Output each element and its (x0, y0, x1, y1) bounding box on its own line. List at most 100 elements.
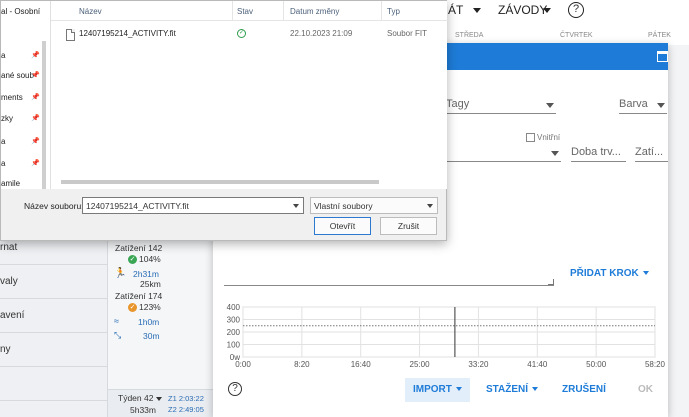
chart-svg: 4003002001000w0:00 8:20 16:40 25:00 33:20 41:… (227, 303, 666, 369)
left-menu-item-label: ny (0, 344, 11, 355)
nav-pane-item[interactable]: ments 📌 (1, 93, 43, 113)
nav-pane-label: a (1, 137, 6, 146)
file-open-dialog: al - Osobní a 📌 ané soub 📌 ments 📌 zky 📌 a 📌 … (0, 0, 448, 241)
file-row[interactable]: 12407195214_ACTIVITY.fit ✓ 22.10.2023 21… (51, 25, 448, 42)
left-menu-item-label: valy (0, 276, 18, 287)
indoor-checkbox[interactable]: Vnitřní (526, 133, 560, 143)
week-summary: Týden 42 5h33m Z1 2:03:22 Z2 2:49:05 (108, 389, 213, 417)
navigation-pane: al - Osobní a 📌 ané soub 📌 ments 📌 zky 📌 a 📌 … (1, 1, 50, 189)
tags-field[interactable]: Tagy (446, 96, 556, 114)
nav-pane-scrollbar[interactable] (42, 41, 46, 189)
nav-pane-label: ané soub (1, 71, 34, 80)
nav-pane-item[interactable]: a 📌 (1, 137, 43, 157)
category-field[interactable] (446, 144, 561, 162)
chevron-down-icon (657, 103, 665, 108)
help-icon[interactable]: ? (568, 2, 584, 18)
nav-races-caret (543, 8, 551, 13)
chevron-down-icon (455, 387, 462, 392)
load-text: Zatížení 142 (115, 243, 163, 253)
color-field[interactable]: Barva (619, 96, 667, 114)
description-textarea[interactable] (224, 285, 554, 286)
duration-text: 30m (143, 331, 160, 341)
column-modified[interactable]: Datum změny (290, 7, 339, 16)
nav-pane-item[interactable]: al - Osobní (1, 7, 43, 27)
y-tick-label: 300 (227, 316, 241, 325)
open-button[interactable]: Otevřít (314, 217, 371, 235)
tags-label: Tagy (446, 98, 470, 110)
nav-pane-item[interactable]: amile (1, 179, 43, 189)
run-icon: 🏃 (114, 268, 127, 279)
ok-label: OK (638, 384, 653, 395)
chevron-down-icon[interactable] (293, 204, 299, 208)
nav-pane-label: a (1, 159, 6, 168)
column-name[interactable]: Název (79, 7, 102, 16)
column-separator[interactable] (232, 1, 233, 21)
pin-icon: 📌 (31, 72, 40, 79)
file-type-filter[interactable]: Vlastní soubory (310, 197, 438, 214)
nav-pane-item[interactable]: a 📌 (1, 159, 43, 179)
left-menu-item[interactable]: avení (0, 300, 108, 333)
right-panel (668, 45, 689, 417)
y-tick-label: 100 (227, 341, 241, 350)
load-percent: ✓ 104% (128, 254, 161, 265)
resize-handle-icon[interactable] (548, 279, 554, 285)
left-menu-item-label: avení (0, 310, 25, 321)
add-step-button[interactable]: PŘIDAT KROK (570, 268, 649, 279)
nav-pane-label: zky (1, 114, 13, 123)
ok-button[interactable]: OK (630, 378, 661, 402)
chevron-down-icon (551, 151, 559, 156)
add-step-label: PŘIDAT KROK (570, 268, 639, 279)
help-icon[interactable]: ? (228, 382, 242, 396)
chevron-down-icon (642, 271, 649, 276)
column-separator[interactable] (283, 1, 284, 21)
nav-pane-item[interactable]: ané soub 📌 (1, 71, 43, 91)
check-icon: ✓ (128, 303, 137, 313)
load-percent-value: 104% (139, 254, 161, 264)
download-label: STAŽENÍ (486, 384, 529, 395)
filename-label: Název souboru: (24, 201, 84, 211)
column-status[interactable]: Stav (237, 7, 253, 16)
x-tick-label: 58:20 (645, 360, 666, 369)
load-field[interactable]: Zatí... (635, 144, 668, 162)
x-tick-label: 50:00 (586, 360, 607, 369)
distance-text: 25km (140, 279, 161, 289)
load-label: Zatí... (635, 146, 664, 158)
left-menu-item[interactable]: ny (0, 334, 108, 367)
column-type[interactable]: Typ (387, 7, 400, 16)
filter-value: Vlastní soubory (314, 201, 373, 211)
y-tick-label: 200 (227, 328, 241, 337)
nav-pane-label: amile (1, 179, 21, 188)
week-label: Týden 42 (118, 393, 154, 403)
left-menu-item[interactable]: valy (0, 266, 108, 299)
checkbox-icon (526, 133, 535, 143)
stretch-icon: ⤡ (114, 330, 122, 340)
week-time: 5h33m (130, 405, 156, 415)
maximize-icon[interactable] (657, 51, 668, 62)
chevron-down-icon (546, 103, 554, 108)
horizontal-scrollbar[interactable] (61, 180, 379, 184)
cancel-dialog-button[interactable]: Zrušit (380, 217, 437, 235)
nav-item-races[interactable]: ZÁVODY (498, 3, 547, 17)
nav-pane-item[interactable]: zky 📌 (1, 114, 43, 134)
import-button[interactable]: IMPORT (405, 378, 470, 402)
x-tick-label: 25:00 (410, 360, 431, 369)
cancel-dialog-label: Zrušit (397, 221, 420, 231)
left-menu: rnat valy avení ny (0, 232, 108, 417)
nav-item-plan[interactable]: ÁT (448, 3, 463, 17)
chevron-down-icon (532, 387, 539, 392)
nav-pane-label: ments (1, 93, 23, 102)
nav-pane-item[interactable]: a 📌 (1, 51, 43, 71)
left-menu-item[interactable] (0, 368, 108, 401)
load-text: Zatížení 174 (115, 291, 163, 301)
file-modified: 22.10.2023 21:09 (290, 29, 353, 38)
week-caret (156, 397, 162, 401)
zone-time: Z1 2:03:22 (168, 394, 204, 403)
filename-input[interactable]: 12407195214_ACTIVITY.fit (82, 197, 304, 214)
workout-chart: 400 300 200 100 0w 0:00 8:20 16:40 25:00 33:20 41:… (213, 299, 668, 373)
duration-field[interactable]: Doba trv... (571, 144, 626, 162)
cancel-button[interactable]: ZRUŠENÍ (554, 378, 614, 402)
pin-icon: 📌 (31, 115, 40, 122)
download-button[interactable]: STAŽENÍ (478, 378, 546, 402)
check-icon: ✓ (128, 255, 137, 265)
column-separator[interactable] (381, 1, 382, 21)
